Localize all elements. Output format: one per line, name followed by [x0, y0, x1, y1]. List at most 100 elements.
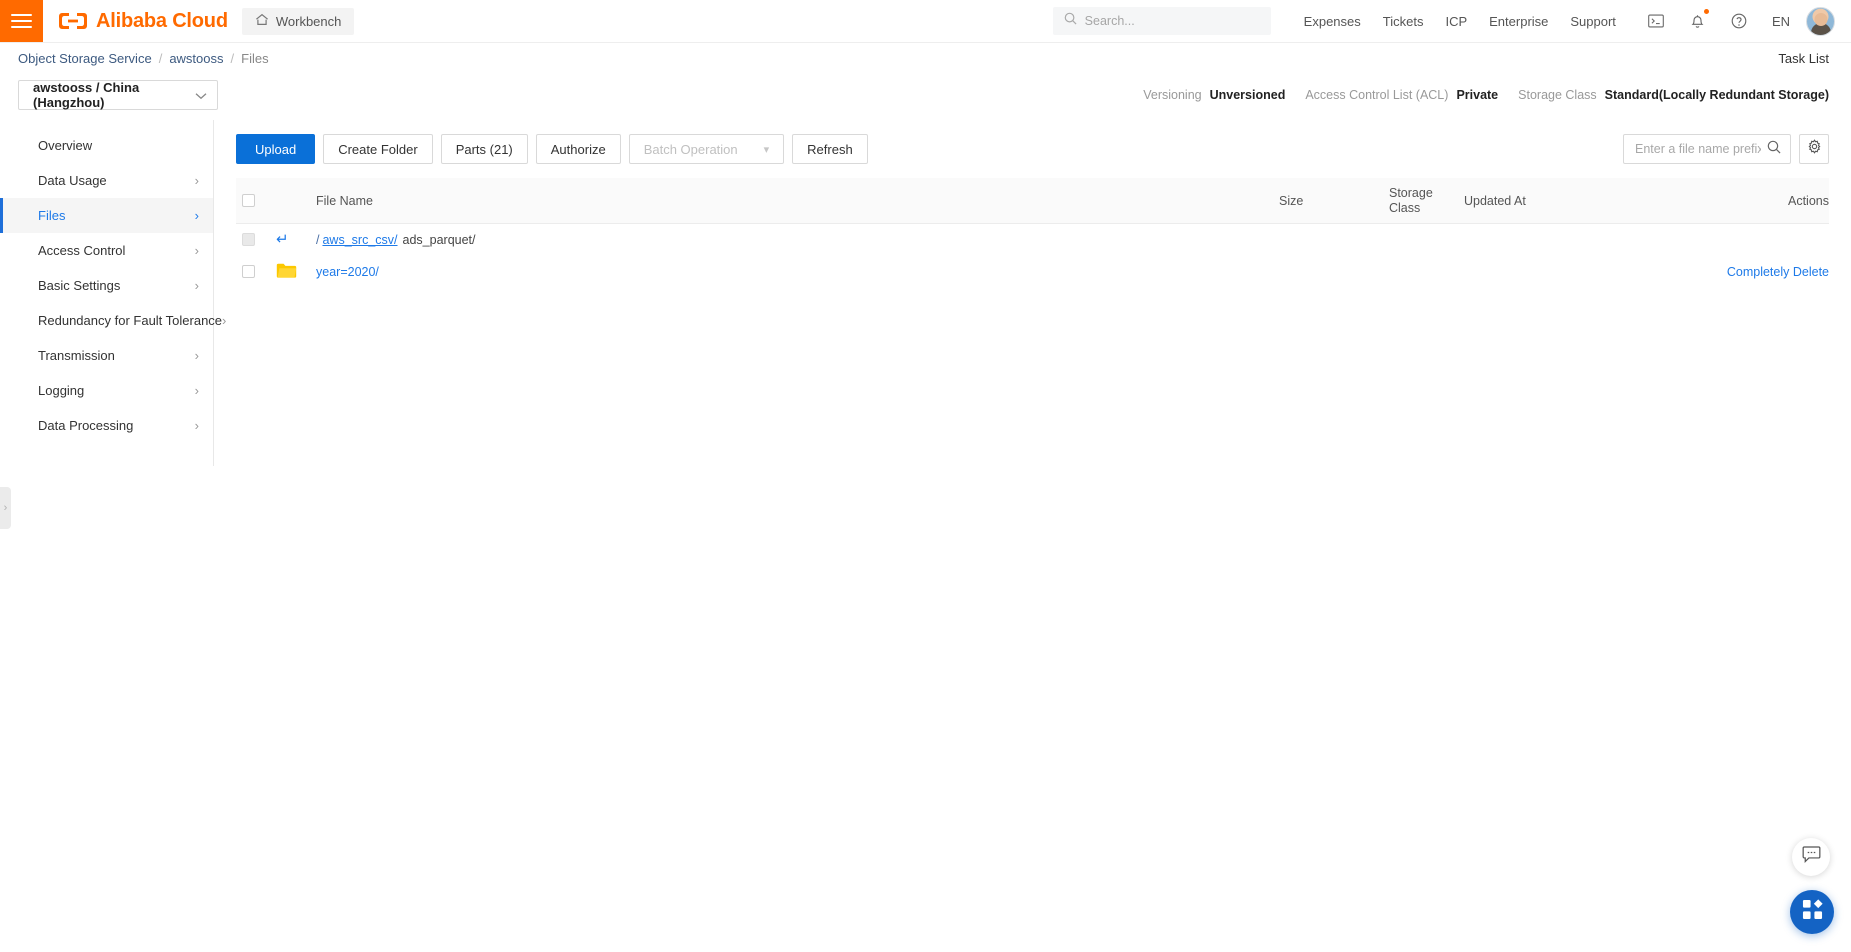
- parts-button[interactable]: Parts (21): [440, 134, 528, 164]
- breadcrumb-item-bucket[interactable]: awstooss: [169, 51, 223, 66]
- chevron-down-icon: ▾: [763, 143, 770, 156]
- select-all-cell: [236, 194, 276, 207]
- storage-class-line-1: Storage: [1389, 186, 1433, 201]
- path-breadcrumb-cell: / aws_src_csv/ ads_parquet/: [316, 233, 1279, 247]
- menu-hamburger-button[interactable]: [0, 0, 43, 42]
- header-link-icp[interactable]: ICP: [1434, 14, 1478, 29]
- page-body: Overview Data Usage › Files › Access Con…: [0, 120, 1851, 952]
- header-nav-links: Expenses Tickets ICP Enterprise Support: [1293, 14, 1627, 29]
- column-header-file-name: File Name: [316, 193, 373, 208]
- sidebar-item-label: Access Control: [38, 243, 126, 258]
- hamburger-line: [11, 20, 32, 22]
- search-icon: [1064, 12, 1077, 30]
- table-header-row: File Name Size Storage Class Updated At …: [236, 178, 1829, 224]
- storage-class-line-2: Class: [1389, 200, 1421, 215]
- sidebar-item-access-control[interactable]: Access Control ›: [0, 233, 213, 268]
- row-actions: Completely Delete: [1719, 265, 1829, 279]
- global-search-placeholder: Search...: [1084, 14, 1135, 28]
- chevron-right-icon: ›: [194, 173, 199, 188]
- sidebar-item-redundancy-for-fault-tolerance[interactable]: Redundancy for Fault Tolerance ›: [0, 303, 226, 338]
- breadcrumb: Object Storage Service / awstooss / File…: [0, 43, 1851, 74]
- meta-label-acl: Access Control List (ACL): [1305, 88, 1449, 102]
- brand-logo[interactable]: Alibaba Cloud: [43, 0, 242, 42]
- help-icon[interactable]: [1718, 13, 1760, 29]
- authorize-button[interactable]: Authorize: [535, 134, 621, 164]
- file-toolbar: Upload Create Folder Parts (21) Authoriz…: [236, 134, 1829, 164]
- meta-value-versioning: Unversioned: [1209, 88, 1286, 102]
- sidebar-item-label: Files: [38, 208, 66, 223]
- batch-operation-label: Batch Operation: [643, 141, 738, 157]
- back-arrow-icon[interactable]: ↵: [276, 232, 289, 247]
- table-settings-button[interactable]: [1799, 134, 1829, 164]
- header-link-support[interactable]: Support: [1559, 14, 1627, 29]
- select-all-checkbox[interactable]: [242, 194, 255, 207]
- row-checkbox[interactable]: [242, 265, 255, 278]
- gear-icon: [1807, 139, 1822, 159]
- avatar[interactable]: [1806, 6, 1835, 36]
- sidebar-item-transmission[interactable]: Transmission ›: [0, 338, 213, 373]
- row-select-cell: [236, 265, 276, 278]
- sidebar-item-label: Logging: [38, 383, 85, 398]
- path-root[interactable]: /: [316, 233, 319, 247]
- sidebar-item-overview[interactable]: Overview: [0, 128, 213, 163]
- sidebar-item-data-processing[interactable]: Data Processing ›: [0, 408, 213, 443]
- chat-feedback-button[interactable]: [1792, 838, 1830, 876]
- header-link-expenses[interactable]: Expenses: [1293, 14, 1372, 29]
- bucket-selector[interactable]: awstooss / China (Hangzhou): [18, 80, 218, 110]
- completely-delete-link[interactable]: Completely Delete: [1727, 265, 1829, 279]
- column-header-actions: Actions: [1788, 193, 1829, 208]
- bell-icon[interactable]: [1677, 9, 1718, 29]
- alibaba-cloud-logo-icon: [59, 12, 87, 30]
- sidebar-item-label: Data Processing: [38, 418, 134, 433]
- meta-value-storage-class: Standard(Locally Redundant Storage): [1604, 88, 1829, 102]
- workbench-label: Workbench: [275, 13, 342, 29]
- apps-launcher-button[interactable]: [1790, 890, 1834, 934]
- folder-icon-cell: [276, 262, 316, 282]
- file-search-input[interactable]: [1635, 142, 1761, 156]
- sidebar-collapse-handle[interactable]: ›: [0, 487, 11, 529]
- terminal-icon[interactable]: [1635, 14, 1677, 28]
- notification-badge-dot: [1703, 9, 1709, 14]
- refresh-button[interactable]: Refresh: [792, 134, 868, 164]
- sidebar-item-basic-settings[interactable]: Basic Settings ›: [0, 268, 213, 303]
- sidebar-item-logging[interactable]: Logging ›: [0, 373, 213, 408]
- hamburger-line: [11, 26, 32, 28]
- breadcrumb-separator: /: [230, 51, 235, 66]
- chevron-right-icon: ›: [194, 208, 199, 223]
- sidebar-item-files[interactable]: Files ›: [0, 198, 213, 233]
- file-search-box[interactable]: [1623, 134, 1791, 164]
- sidebar-item-data-usage[interactable]: Data Usage ›: [0, 163, 213, 198]
- chevron-right-icon: ›: [194, 383, 199, 398]
- workbench-button[interactable]: Workbench: [241, 7, 355, 35]
- row-select-cell: [236, 233, 276, 246]
- column-header-size: Size: [1279, 193, 1304, 208]
- main-content: Upload Create Folder Parts (21) Authoriz…: [214, 120, 1851, 952]
- hamburger-line: [11, 14, 32, 16]
- language-selector[interactable]: EN: [1760, 14, 1802, 29]
- task-list-link[interactable]: Task List: [1778, 51, 1829, 66]
- path-link-aws-src-csv[interactable]: aws_src_csv/: [322, 233, 397, 247]
- header-link-enterprise[interactable]: Enterprise: [1478, 14, 1559, 29]
- chevron-right-icon: ›: [194, 418, 199, 433]
- header-spacer: [354, 0, 1052, 42]
- sidebar: Overview Data Usage › Files › Access Con…: [0, 120, 226, 466]
- folder-link[interactable]: year=2020/: [316, 265, 379, 279]
- apps-grid-icon: [1802, 899, 1823, 925]
- global-search-box[interactable]: Search...: [1052, 7, 1271, 35]
- table-row-parent-path: ↵ / aws_src_csv/ ads_parquet/: [236, 224, 1829, 255]
- chat-icon: [1802, 845, 1821, 869]
- column-header-updated-at: Updated At: [1464, 193, 1526, 208]
- chevron-right-icon: ›: [194, 243, 199, 258]
- bucket-selector-label: awstooss / China (Hangzhou): [33, 80, 140, 110]
- create-folder-button[interactable]: Create Folder: [323, 134, 433, 164]
- search-icon[interactable]: [1767, 140, 1781, 159]
- header-link-tickets[interactable]: Tickets: [1372, 14, 1435, 29]
- chevron-right-icon: ›: [222, 313, 227, 328]
- breadcrumb-item-service[interactable]: Object Storage Service: [18, 51, 152, 66]
- file-name-cell: year=2020/: [316, 265, 1279, 279]
- batch-operation-button: Batch Operation ▾: [628, 134, 785, 164]
- brand-name: Alibaba Cloud: [96, 9, 228, 32]
- chevron-down-icon: [195, 88, 207, 103]
- back-cell[interactable]: ↵: [276, 232, 316, 247]
- upload-button[interactable]: Upload: [236, 134, 316, 164]
